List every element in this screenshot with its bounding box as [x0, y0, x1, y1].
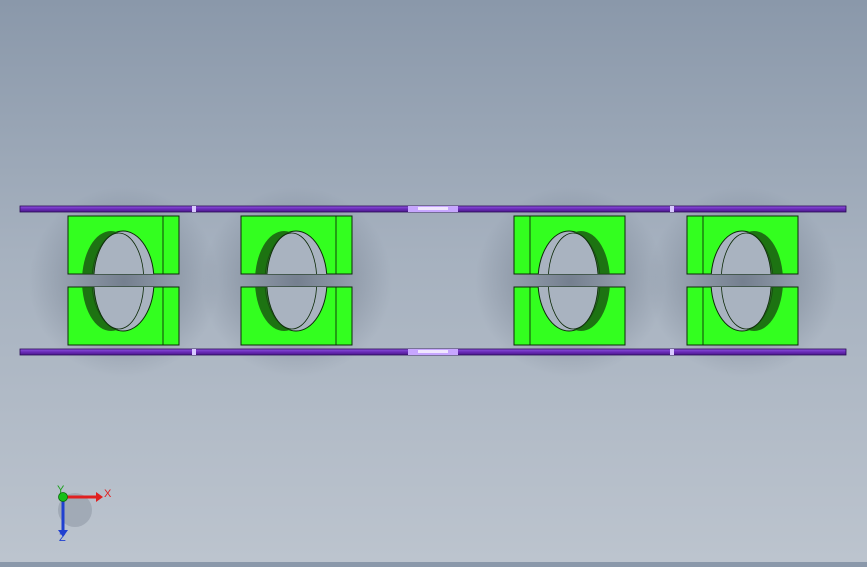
z-axis-label: Z: [59, 532, 66, 544]
top-rail[interactable]: [19, 205, 847, 213]
rail-joint: [192, 349, 196, 355]
model-scene[interactable]: X Y Z: [0, 0, 867, 562]
bottom-rail[interactable]: [19, 348, 847, 356]
x-axis-label: X: [104, 488, 112, 500]
rail-joint: [192, 206, 196, 212]
rail-joint: [670, 349, 674, 355]
y-axis-label: Y: [57, 484, 65, 496]
graphics-viewport[interactable]: X Y Z: [0, 0, 867, 562]
view-orientation-triad[interactable]: X Y Z: [57, 484, 112, 544]
x-axis-arrowhead: [96, 492, 103, 502]
rail-joint: [670, 206, 674, 212]
